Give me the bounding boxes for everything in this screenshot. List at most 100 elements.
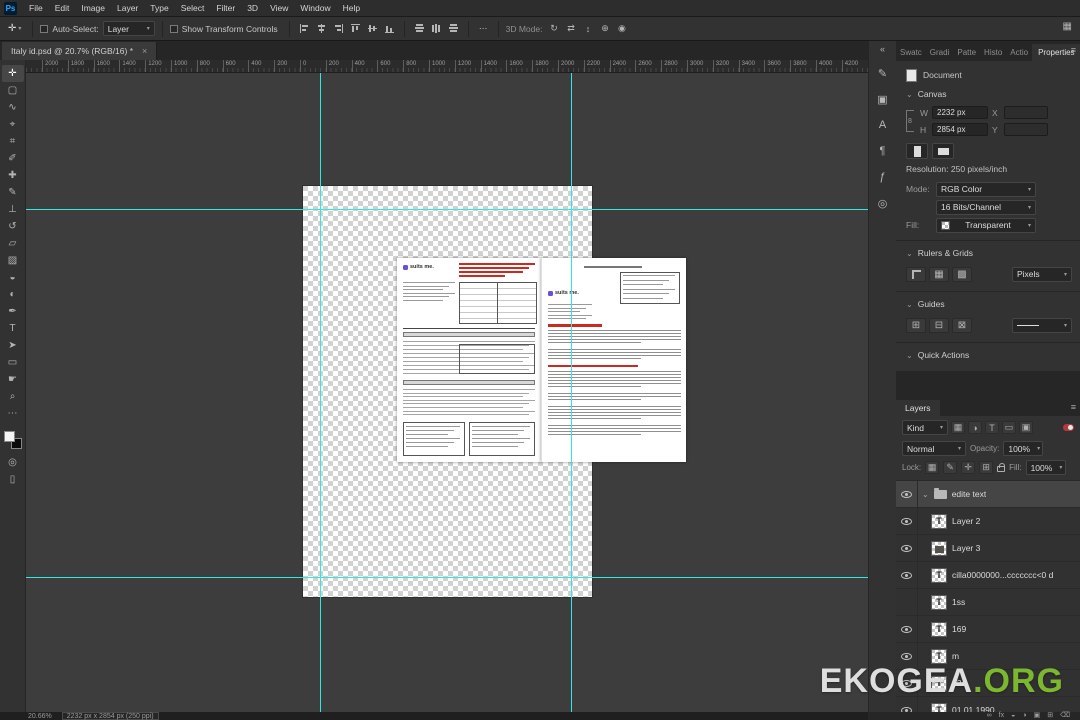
panel-tab-patte[interactable]: Patte (953, 44, 980, 61)
layer-row[interactable]: T 169 (896, 616, 1080, 643)
menu-filter[interactable]: Filter (210, 0, 241, 16)
align-bottom-icon[interactable] (382, 21, 397, 36)
layer-effects-icon[interactable]: fx (999, 712, 1004, 720)
character-panel-icon[interactable]: A (873, 115, 893, 135)
3d-roll-icon[interactable]: ⇄ (563, 23, 578, 34)
blend-mode-select[interactable]: Normal ▾ (902, 441, 966, 456)
canvas-fill-select[interactable]: Transparent ▾ (936, 217, 1036, 233)
distribute-dv-icon[interactable] (412, 21, 427, 36)
adjustment-layer-icon[interactable]: ◑ (1022, 712, 1026, 720)
document-tab[interactable]: Italy id.psd @ 20.7% (RGB/16) * × (2, 42, 158, 60)
filter-shape-layers-icon[interactable]: ▭ (1002, 421, 1016, 434)
3d-scale-icon[interactable]: ◉ (614, 23, 629, 34)
eraser-tool[interactable]: ▱ (2, 235, 24, 252)
visibility-toggle[interactable] (896, 643, 918, 669)
foreground-color-swatch[interactable] (3, 431, 15, 442)
brush-settings-panel-icon[interactable]: ✎ (873, 63, 893, 83)
history-brush-tool[interactable]: ↺ (2, 218, 24, 235)
show-transform-checkbox[interactable] (169, 24, 178, 33)
lock-guides-button[interactable]: ⊟ (929, 317, 949, 333)
visibility-toggle[interactable] (896, 670, 918, 696)
toggle-guides-button[interactable]: ⊞ (906, 317, 926, 333)
quick-mask-button[interactable]: ◎ (2, 454, 24, 471)
panel-tab-swatc[interactable]: Swatc (896, 44, 926, 61)
visibility-toggle[interactable] (896, 697, 918, 712)
menu-file[interactable]: File (23, 0, 49, 16)
layer-row[interactable]: ⌄ edite text (896, 481, 1080, 508)
panel-tab-histo[interactable]: Histo (980, 44, 1006, 61)
3d-slide-icon[interactable]: ⊕ (597, 23, 612, 34)
toggle-pixel-grid-button[interactable]: ▩ (952, 266, 972, 282)
edit-toolbar-button[interactable]: ⋯ (2, 405, 24, 422)
landscape-orientation-button[interactable] (932, 143, 954, 159)
portrait-orientation-button[interactable] (906, 143, 928, 159)
layer-fill-input[interactable]: 100% ▾ (1025, 460, 1066, 475)
align-right-icon[interactable] (331, 21, 346, 36)
auto-select-checkbox[interactable] (40, 24, 49, 33)
height-field[interactable]: 2854 px (932, 123, 988, 136)
lasso-tool[interactable]: ∿ (2, 99, 24, 116)
link-dimensions-icon[interactable]: 8 (906, 110, 914, 132)
align-vcenter-icon[interactable] (365, 21, 380, 36)
link-layers-icon[interactable]: ∞ (987, 712, 992, 720)
bit-depth-select[interactable]: 16 Bits/Channel ▾ (936, 199, 1036, 215)
lock-all-icon[interactable] (997, 463, 1006, 472)
menu-window[interactable]: Window (294, 0, 336, 16)
workspace-switcher-icon[interactable]: ▦ (1063, 21, 1072, 32)
quick-actions-section-header[interactable]: ⌄ Quick Actions (906, 348, 1072, 362)
filter-pixel-layers-icon[interactable]: ▦ (951, 421, 965, 434)
visibility-toggle[interactable] (896, 589, 918, 615)
layer-row[interactable]: Layer 3 (896, 535, 1080, 562)
guide-style-select[interactable]: ▾ (1012, 317, 1072, 333)
layer-row[interactable]: T 12a (896, 670, 1080, 697)
color-mode-select[interactable]: RGB Color ▾ (936, 181, 1036, 197)
rulers-grids-section-header[interactable]: ⌄ Rulers & Grids (906, 246, 1072, 260)
vertical-guide[interactable] (320, 73, 321, 712)
clone-source-panel-icon[interactable]: ▣ (873, 89, 893, 109)
align-hcenter-icon[interactable] (314, 21, 329, 36)
brush-tool[interactable]: ✎ (2, 184, 24, 201)
hand-tool[interactable]: ☛ (2, 371, 24, 388)
type-tool[interactable]: T (2, 320, 24, 337)
glyphs-panel-icon[interactable]: ƒ (873, 167, 893, 187)
menu-type[interactable]: Type (144, 0, 174, 16)
layer-row[interactable]: Tcilla0000000...ccccccc<0 d (896, 562, 1080, 589)
path-selection-tool[interactable]: ➤ (2, 337, 24, 354)
healing-brush-tool[interactable]: ✚ (2, 167, 24, 184)
layer-row[interactable]: T 1ss (896, 589, 1080, 616)
eyedropper-tool[interactable]: ✐ (2, 150, 24, 167)
photoshop-logo-icon[interactable]: Ps (4, 1, 17, 15)
pen-tool[interactable]: ✒ (2, 303, 24, 320)
filter-kind-select[interactable]: Kind ▾ (902, 420, 948, 435)
close-icon[interactable]: × (142, 46, 147, 56)
lock-paint-icon[interactable]: ✎ (943, 461, 958, 474)
paragraph-panel-icon[interactable]: ¶ (873, 141, 893, 161)
align-top-icon[interactable] (348, 21, 363, 36)
layer-row[interactable]: T 01.01.1990 (896, 697, 1080, 712)
clear-guides-button[interactable]: ⊠ (952, 317, 972, 333)
visibility-toggle[interactable] (896, 535, 918, 561)
filter-adjustment-layers-icon[interactable]: ◑ (968, 421, 982, 434)
canvas-section-header[interactable]: ⌄ Canvas (906, 87, 1072, 101)
menu-3d[interactable]: 3D (241, 0, 264, 16)
move-tool[interactable]: ✛ (1, 65, 24, 82)
layer-mask-icon[interactable]: ◒ (1011, 712, 1015, 720)
document-info[interactable]: 2232 px x 2854 px (250 ppi) (61, 712, 159, 720)
horizontal-guide[interactable] (26, 209, 868, 210)
distribute-dv-icon[interactable] (446, 21, 461, 36)
toggle-grid-button[interactable]: ▦ (929, 266, 949, 282)
distribute-dh-icon[interactable] (429, 21, 444, 36)
toggle-rulers-button[interactable] (906, 266, 926, 282)
libraries-panel-icon[interactable]: ◎ (873, 193, 893, 213)
color-swatches[interactable] (3, 431, 22, 449)
new-group-icon[interactable]: ▣ (1034, 712, 1041, 720)
screen-mode-button[interactable]: ▯ (2, 471, 24, 488)
clone-stamp-tool[interactable]: ⊥ (2, 201, 24, 218)
object-selection-tool[interactable]: ⌖ (2, 116, 24, 133)
panel-tab-gradi[interactable]: Gradi (926, 44, 954, 61)
new-layer-icon[interactable]: ⊞ (1047, 712, 1053, 720)
more-options-icon[interactable]: ⋯ (476, 21, 491, 36)
menu-select[interactable]: Select (175, 0, 211, 16)
ruler-units-select[interactable]: Pixels ▾ (1012, 266, 1072, 282)
x-field[interactable] (1004, 106, 1048, 119)
